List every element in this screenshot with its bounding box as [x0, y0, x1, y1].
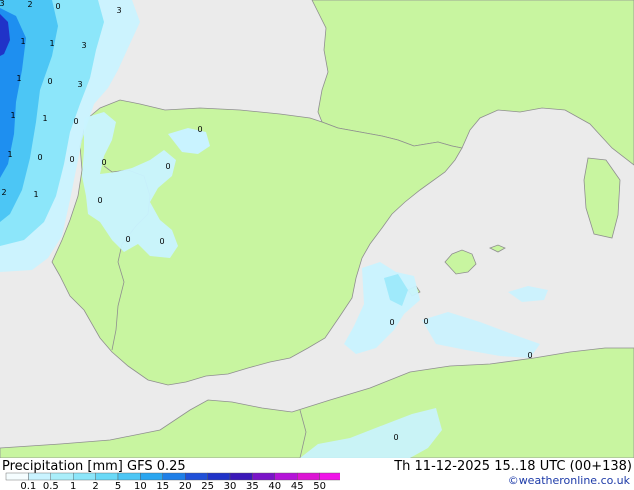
valid-time: Th 11-12-2025 15..18 UTC (00+138) [394, 459, 632, 474]
precip-value-label: 1 [10, 111, 15, 120]
legend-color-swatch [72, 472, 96, 481]
precip-value-label: 1 [49, 39, 54, 48]
precip-value-label: 3 [81, 41, 86, 50]
precip-value-label: 0 [393, 433, 398, 442]
legend-color-swatch [252, 472, 275, 481]
precip-value-label: 0 [73, 117, 78, 126]
legend-tick-label: 0.5 [43, 481, 59, 490]
precip-value-label: 1 [42, 114, 47, 123]
legend-color-swatch [140, 472, 163, 481]
precip-value-label: 2 [27, 0, 32, 9]
precip-value-label: 1 [33, 190, 38, 199]
precip-value-label: 3 [77, 80, 82, 89]
precip-value-label: 0 [55, 2, 60, 11]
precip-value-label: 0 [197, 125, 202, 134]
precip-value-label: 0 [69, 155, 74, 164]
precip-value-label: 0 [125, 235, 130, 244]
legend-tick-label: 10 [134, 481, 147, 490]
precip-legend: 0.1 0.5 1 2 5 10 15 20 25 30 35 40 45 50 [5, 472, 340, 490]
precip-value-label: 0 [97, 196, 102, 205]
legend-color-swatch [274, 472, 298, 481]
precip-value-label: 0 [37, 153, 42, 162]
legend-color-swatch [5, 472, 29, 481]
legend-tick-label: 2 [92, 481, 98, 490]
legend-color-swatch [162, 472, 186, 481]
legend-tick-label: 1 [70, 481, 76, 490]
legend-tick-label: 0.1 [20, 481, 36, 490]
precip-value-label: 0 [527, 351, 532, 360]
precip-value-label: 1 [16, 74, 21, 83]
legend-color-swatch [297, 472, 320, 481]
precip-value-label: 3 [0, 0, 5, 8]
legend-color-swatch [229, 472, 253, 481]
legend-tick-label: 45 [291, 481, 304, 490]
legend-color-swatch [117, 472, 141, 481]
legend-tick-label: 30 [224, 481, 237, 490]
legend-tick-label: 40 [268, 481, 281, 490]
precip-value-label: 0 [47, 77, 52, 86]
legend-color-swatch [184, 472, 208, 481]
legend-tick-label: 35 [246, 481, 259, 490]
precip-value-label: 1 [20, 37, 25, 46]
legend-tick-label: 15 [156, 481, 169, 490]
legend-tick-label: 20 [179, 481, 192, 490]
site-credit[interactable]: ©weatheronline.co.uk [508, 474, 630, 487]
precip-value-label: 0 [159, 237, 164, 246]
legend-color-swatch [28, 472, 51, 481]
precip-value-label: 0 [389, 318, 394, 327]
legend-color-swatch [50, 472, 74, 481]
legend-tick-label: 25 [201, 481, 214, 490]
precip-value-label: 0 [165, 162, 170, 171]
precip-value-label: 0 [423, 317, 428, 326]
legend-color-swatch [95, 472, 119, 481]
legend-tick-label: 50 [313, 481, 326, 490]
precip-value-label: 0 [101, 158, 106, 167]
precip-value-label: 1 [7, 150, 12, 159]
legend-tick-label: 5 [115, 481, 121, 490]
precip-value-label: 3 [116, 6, 121, 15]
legend-color-swatch [319, 472, 340, 481]
legend-color-swatch [207, 472, 231, 481]
precip-value-label: 2 [1, 188, 6, 197]
precipitation-map: 3 2 0 3 1 1 3 1 0 3 1 1 0 1 0 0 0 2 1 0 0 0 0 0 0 0 0 0 [0, 0, 634, 458]
